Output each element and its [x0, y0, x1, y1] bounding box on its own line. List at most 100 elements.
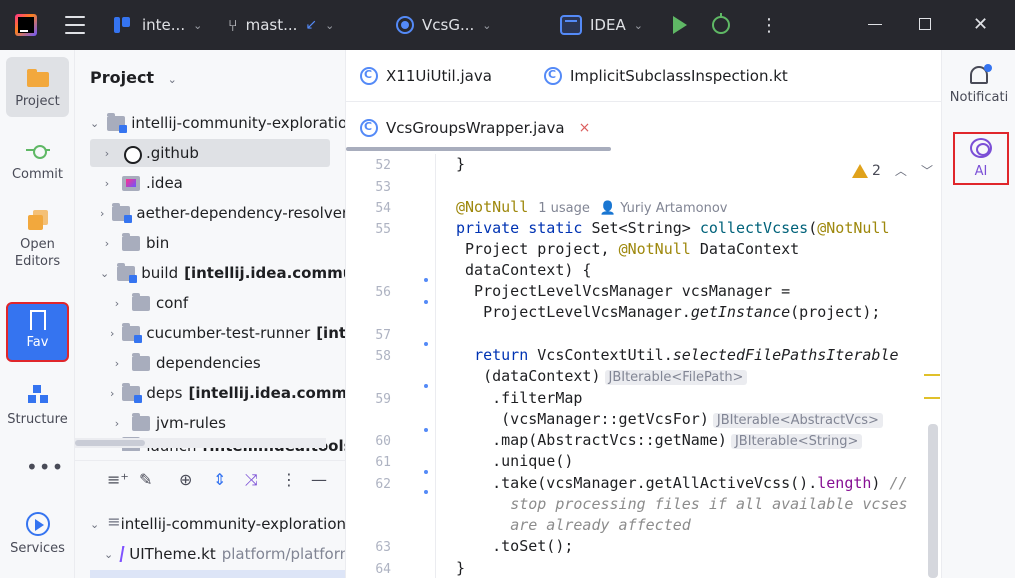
active-tab-indicator: [346, 147, 611, 151]
more-actions-icon[interactable]: ⋮: [760, 0, 778, 50]
expand-icon[interactable]: ›: [100, 207, 104, 220]
expand-icon[interactable]: ›: [110, 297, 124, 310]
tab-implicit-subclass[interactable]: ImplicitSubclassInspection.kt: [544, 50, 788, 102]
github-folder-icon: [122, 145, 142, 164]
collapse-icon[interactable]: ⌄: [90, 117, 99, 130]
title-bar: inte... ⌄ ⑂ mast... ↙ ⌄ VcsG... ⌄ IDEA ⌄…: [0, 0, 1015, 50]
editor-area: X11UiUtil.java ImplicitSubclassInspectio…: [346, 50, 941, 578]
expand-icon[interactable]: ›: [100, 147, 114, 160]
project-tool-button[interactable]: Project: [6, 57, 69, 117]
ai-assistant-tool-button[interactable]: AI: [953, 132, 1009, 185]
expand-all-icon[interactable]: ⇕: [213, 470, 226, 489]
code-line: }: [456, 559, 466, 577]
folder-icon: [122, 232, 140, 251]
bookmarks-toolbar: ≡⁺ ✎ ⊕ ⇕ ⤨ ⋮ —: [75, 460, 345, 498]
line-number: 58: [375, 349, 391, 364]
collapse-icon[interactable]: ⌄: [90, 518, 99, 531]
more-tools-icon[interactable]: •••: [26, 455, 64, 479]
run-config-selector[interactable]: IDEA ⌄: [560, 0, 643, 50]
expand-icon[interactable]: ›: [110, 417, 124, 430]
expand-icon[interactable]: ›: [110, 387, 114, 400]
collapse-all-icon[interactable]: ⤨: [245, 470, 258, 490]
tree-item-build[interactable]: ⌄ build [intellij.idea.community.build]: [75, 259, 345, 287]
open-editors-icon: [26, 208, 50, 232]
line-number: 55: [375, 222, 391, 237]
locate-icon[interactable]: ⊕: [179, 470, 192, 489]
bell-icon: [970, 64, 992, 84]
folder-icon: [132, 352, 150, 371]
chevron-down-icon: ⌄: [193, 18, 203, 32]
minimize-icon[interactable]: [868, 24, 882, 25]
expand-icon[interactable]: ›: [110, 327, 114, 340]
folder-icon: [132, 412, 150, 431]
tree-item-aether[interactable]: › aether-dependency-resolver: [75, 199, 345, 227]
idea-folder-icon: [122, 175, 140, 191]
tree-item-idea[interactable]: › .idea: [75, 169, 345, 197]
code-line: }: [456, 155, 466, 173]
vertical-scrollbar[interactable]: [928, 424, 938, 578]
code-line: return VcsContextUtil.selectedFilePathsI…: [474, 346, 899, 364]
module-folder-icon: [107, 112, 128, 133]
right-tool-strip: Notificati AI: [941, 50, 1015, 578]
main-menu-icon[interactable]: [65, 16, 85, 34]
services-tool-button[interactable]: Services: [6, 512, 69, 557]
code-line: are already affected: [510, 516, 691, 534]
tree-item-deps[interactable]: › deps [intellij.idea.community.build.de…: [75, 379, 345, 407]
bookmark-list-icon: [107, 512, 121, 532]
run-button[interactable]: [673, 0, 687, 50]
close-icon[interactable]: ✕: [973, 14, 988, 35]
tree-item-github[interactable]: › .github: [90, 139, 330, 167]
add-bookmark-icon[interactable]: ≡⁺: [107, 470, 129, 489]
folder-icon: [132, 292, 150, 311]
tree-item-dependencies[interactable]: › dependencies: [75, 349, 345, 377]
line-number: 61: [375, 455, 391, 470]
more-options-icon[interactable]: ⋮: [281, 470, 297, 489]
tree-item-root[interactable]: ⌄ intellij-community-exploration: [75, 109, 345, 137]
tree-item-jvm-rules[interactable]: › jvm-rules: [75, 409, 345, 437]
type-hint: JBIterable<String>: [730, 434, 863, 449]
expand-icon[interactable]: ›: [100, 177, 114, 190]
author-hint[interactable]: 👤 Yuriy Artamonov: [600, 201, 728, 216]
tree-item-bin[interactable]: › bin: [75, 229, 345, 257]
java-class-icon: [360, 119, 378, 137]
tree-item-conf[interactable]: › conf: [75, 289, 345, 317]
structure-tool-button[interactable]: Structure: [0, 383, 75, 428]
selected-row-highlight: [90, 570, 345, 578]
code-text[interactable]: } @NotNull 1 usage 👤 Yuriy Artamonov priva…: [456, 154, 926, 578]
error-stripe-marker[interactable]: [924, 397, 940, 399]
collapse-icon[interactable]: ⌄: [104, 548, 113, 561]
expand-icon[interactable]: ›: [110, 357, 124, 370]
code-line: ProjectLevelVcsManager vcsManager =: [456, 282, 791, 300]
app-logo-icon[interactable]: [15, 14, 37, 36]
commit-icon: [25, 138, 50, 162]
usage-hint[interactable]: 1 usage: [538, 201, 590, 216]
close-tab-icon[interactable]: ×: [579, 120, 591, 136]
project-widget[interactable]: inte... ⌄: [112, 0, 202, 50]
code-line: @NotNull 1 usage 👤 Yuriy Artamonov: [456, 198, 728, 216]
commit-tool-button[interactable]: Commit: [6, 138, 69, 183]
chevron-down-icon: ⌄: [633, 18, 643, 32]
hide-icon[interactable]: —: [311, 470, 327, 489]
structure-icon: [26, 383, 50, 407]
favorites-tool-button[interactable]: Fav: [6, 302, 69, 362]
bookmark-list-root[interactable]: ⌄ intellij-community-exploration: [75, 510, 345, 538]
tree-item-cucumber[interactable]: › cucumber-test-runner [intellij.tools.t…: [75, 319, 345, 347]
edit-icon[interactable]: ✎: [139, 470, 152, 489]
editor-tab-row: X11UiUtil.java ImplicitSubclassInspectio…: [346, 50, 941, 102]
bookmark-item-uitheme[interactable]: ⌄ UITheme.kt platform/platform-api: [75, 540, 345, 568]
debug-button[interactable]: [712, 0, 730, 50]
expand-icon[interactable]: ›: [100, 237, 114, 250]
project-name: inte...: [142, 16, 186, 34]
project-panel-title[interactable]: Project ⌄: [90, 68, 177, 87]
horizontal-scrollbar[interactable]: [75, 438, 326, 448]
line-number: 56: [375, 285, 391, 300]
collapse-icon[interactable]: ⌄: [100, 267, 109, 280]
maximize-icon[interactable]: [919, 18, 931, 30]
line-number-gutter: 52 53 54 55 56 57 58 59 60 61 62 63 64: [346, 154, 436, 578]
vcs-widget[interactable]: VcsG... ⌄: [396, 0, 491, 50]
notifications-tool-button[interactable]: Notificati: [942, 64, 1015, 105]
error-stripe-marker[interactable]: [924, 374, 940, 376]
branch-widget[interactable]: ⑂ mast... ↙ ⌄: [228, 0, 334, 50]
open-editors-tool-button[interactable]: Open Editors: [6, 208, 69, 270]
tab-x11uiutil[interactable]: X11UiUtil.java: [360, 50, 492, 102]
